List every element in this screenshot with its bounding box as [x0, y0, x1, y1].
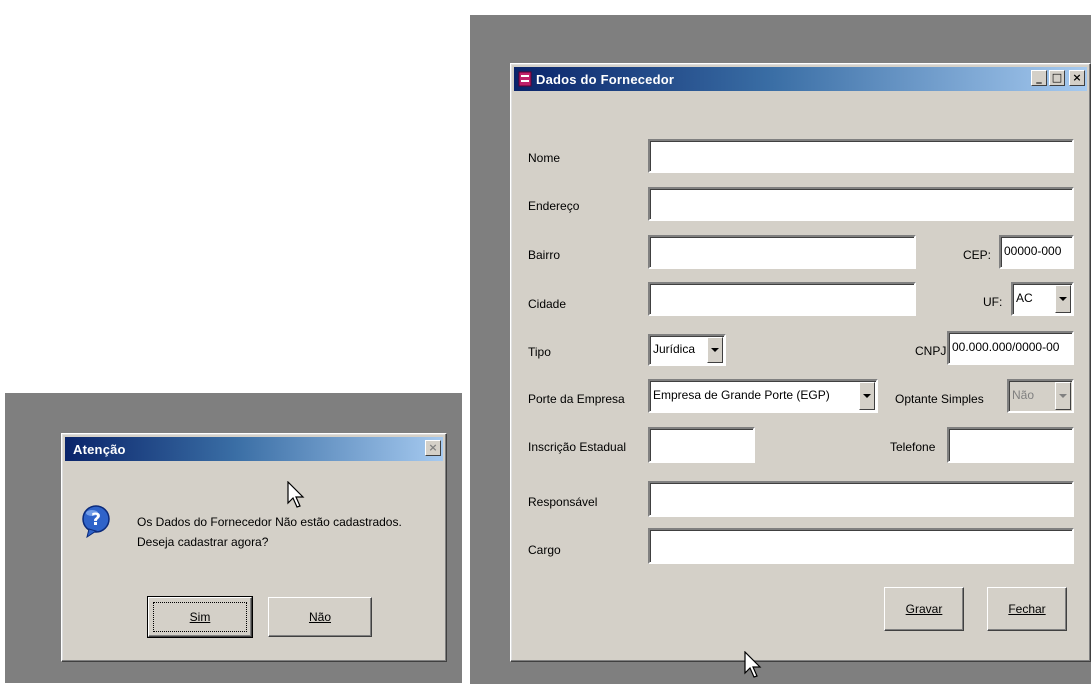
chevron-down-icon[interactable] [707, 337, 723, 363]
bairro-field[interactable] [648, 235, 916, 269]
yes-button[interactable]: Sim [147, 596, 253, 638]
label-cargo: Cargo [528, 543, 561, 557]
close-button-label: Fechar [1008, 602, 1046, 616]
label-inscricao: Inscrição Estadual [528, 440, 627, 454]
cargo-field[interactable] [648, 528, 1074, 564]
label-bairro: Bairro [528, 248, 561, 262]
label-endereco: Endereço [528, 199, 580, 213]
dialog-titlebar: Atenção × [65, 437, 443, 461]
close-icon[interactable]: × [425, 440, 441, 456]
maximize-icon[interactable]: □ [1049, 70, 1065, 86]
label-cidade: Cidade [528, 297, 567, 311]
close-button[interactable]: Fechar [987, 587, 1067, 631]
inscricao-field[interactable] [648, 427, 755, 463]
chevron-down-icon[interactable] [859, 382, 875, 410]
label-nome: Nome [528, 151, 561, 165]
question-icon: ? [82, 505, 110, 538]
dialog-title: Atenção [73, 441, 126, 457]
label-uf: UF: [983, 295, 1003, 309]
app-icon [518, 71, 532, 87]
chevron-down-icon[interactable] [1055, 382, 1071, 410]
dialog-message-line2: Deseja cadastrar agora? [137, 535, 269, 549]
porte-select-value: Empresa de Grande Porte (EGP) [653, 388, 830, 402]
responsavel-field[interactable] [648, 481, 1074, 517]
label-tipo: Tipo [528, 345, 551, 359]
label-cep: CEP: [963, 248, 992, 262]
save-button[interactable]: Gravar [884, 587, 964, 631]
cep-field[interactable]: 00000-000 [999, 235, 1074, 269]
label-optante: Optante Simples [895, 392, 984, 406]
window-titlebar: Dados do Fornecedor _ □ × [514, 67, 1087, 91]
cnpj-field[interactable]: 00.000.000/0000-00 [947, 331, 1074, 365]
chevron-down-icon[interactable] [1055, 285, 1071, 313]
svg-text:?: ? [91, 510, 101, 530]
minimize-icon[interactable]: _ [1031, 70, 1047, 86]
porte-select[interactable]: Empresa de Grande Porte (EGP) [648, 379, 878, 413]
endereco-field[interactable] [648, 187, 1074, 221]
close-icon[interactable]: × [1069, 70, 1085, 86]
tipo-select[interactable]: Jurídica [648, 334, 726, 366]
supplier-window: Dados do Fornecedor _ □ × Nome Endereço … [510, 63, 1091, 662]
label-responsavel: Responsável [528, 495, 598, 509]
no-button-label: Não [308, 610, 331, 624]
cidade-field[interactable] [648, 282, 916, 316]
no-button[interactable]: Não [268, 597, 372, 637]
label-cnpj: CNPJ [915, 344, 947, 358]
focus-rect [153, 602, 247, 632]
window-title-buttons: _ □ × [1031, 70, 1085, 86]
dialog-title-buttons: × [425, 440, 441, 456]
telefone-field[interactable] [947, 427, 1074, 463]
optante-select-value: Não [1012, 388, 1035, 402]
uf-select[interactable]: AC [1011, 282, 1074, 316]
tipo-select-value: Jurídica [653, 342, 696, 356]
nome-field[interactable] [648, 139, 1074, 173]
dialog-message-line1: Os Dados do Fornecedor Não estão cadastr… [137, 515, 402, 529]
mouse-pointer-icon [287, 481, 305, 508]
attention-dialog: Atenção × ? Os Dados do Fornecedor Não e… [61, 433, 447, 662]
label-porte: Porte da Empresa [528, 392, 625, 406]
mouse-pointer-icon [744, 651, 762, 678]
window-title: Dados do Fornecedor [536, 71, 675, 87]
label-telefone: Telefone [890, 440, 936, 454]
uf-select-value: AC [1016, 291, 1033, 305]
save-button-label: Gravar [905, 602, 943, 616]
optante-select[interactable]: Não [1007, 379, 1074, 413]
